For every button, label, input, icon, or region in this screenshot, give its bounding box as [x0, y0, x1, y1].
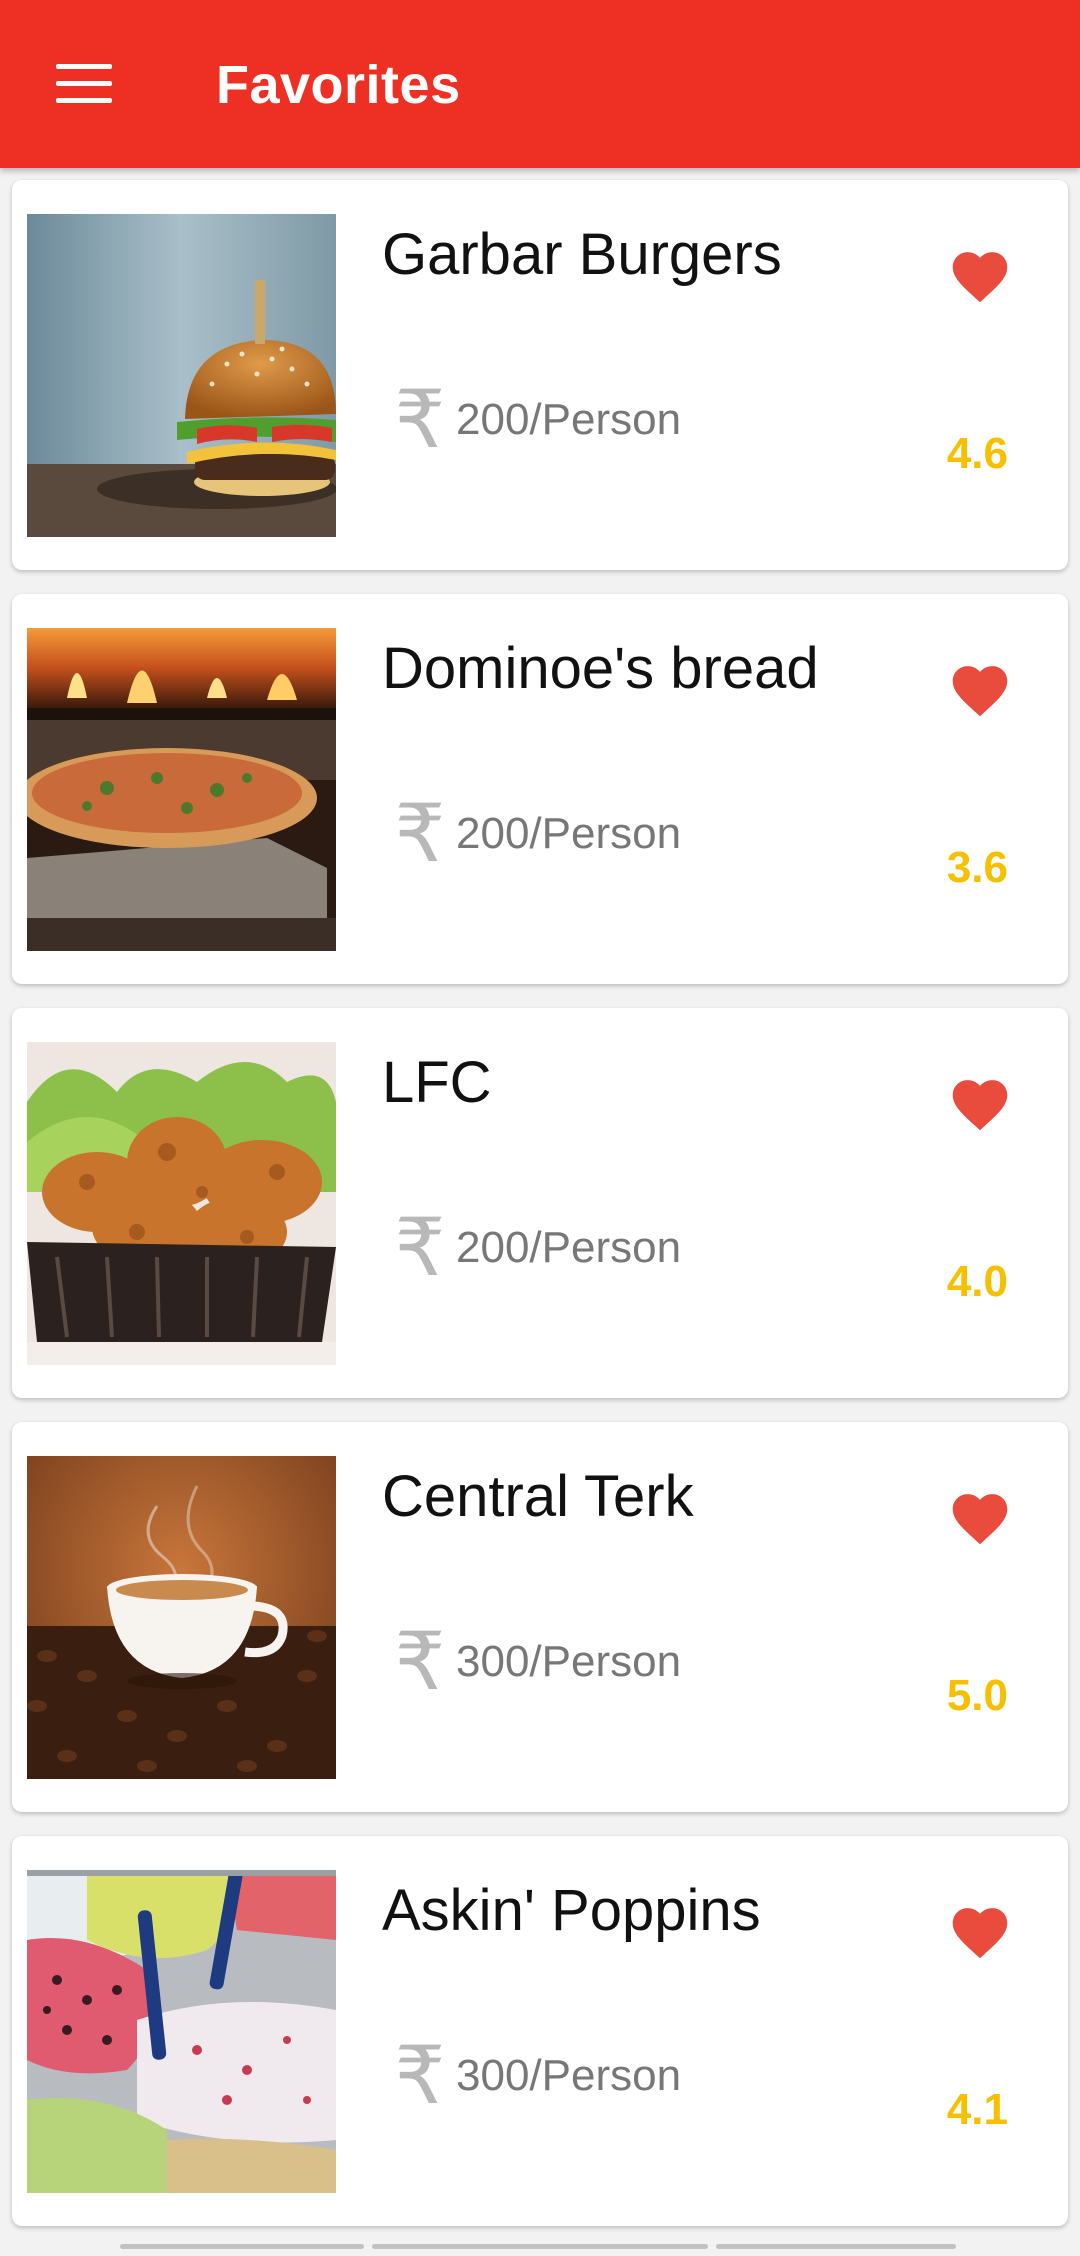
app-bar: Favorites: [0, 0, 1080, 168]
restaurant-card[interactable]: Garbar Burgers ₹ 200/Person 4.6: [12, 180, 1068, 570]
price-info: ₹ 300/Person: [392, 1615, 682, 1708]
price-per-person: 300/Person: [456, 1637, 682, 1686]
rupee-icon: ₹: [394, 373, 446, 466]
heart-icon: [952, 666, 1008, 717]
rating-value: 4.0: [946, 1257, 1008, 1306]
price-info: ₹ 200/Person: [392, 787, 682, 880]
pizza-photo: [27, 628, 336, 951]
restaurant-card[interactable]: Dominoe's bread ₹ 200/Person 3.6: [12, 594, 1068, 984]
ice-cream-photo: [27, 1870, 336, 2193]
heart-icon: [952, 1908, 1008, 1959]
coffee-cup-photo: [27, 1456, 336, 1779]
favorite-button[interactable]: [934, 1058, 1026, 1146]
rating-value: 3.6: [946, 843, 1008, 892]
price-per-person: 200/Person: [456, 395, 682, 444]
rupee-icon: ₹: [394, 787, 446, 880]
restaurant-card[interactable]: Askin' Poppins ₹ 300/Person 4.1: [12, 1836, 1068, 2226]
menu-button[interactable]: [40, 44, 128, 124]
favorite-button[interactable]: [934, 644, 1026, 732]
rupee-icon: ₹: [394, 1201, 446, 1294]
restaurant-card[interactable]: LFC ₹ 200/Person 4.0: [12, 1008, 1068, 1398]
heart-icon: [952, 1080, 1008, 1131]
price-per-person: 300/Person: [456, 2051, 682, 2100]
favorites-list: Garbar Burgers ₹ 200/Person 4.6 Dominoe'…: [12, 180, 1068, 2250]
restaurant-name: Central Terk: [382, 1464, 694, 1529]
rating-value: 4.6: [946, 429, 1008, 478]
heart-icon: [952, 252, 1008, 303]
restaurant-card[interactable]: Central Terk ₹ 300/Person 5.0: [12, 1422, 1068, 1812]
burger-photo: [27, 214, 336, 537]
favorite-button[interactable]: [934, 1886, 1026, 1974]
price-per-person: 200/Person: [456, 1223, 682, 1272]
price-per-person: 200/Person: [456, 809, 682, 858]
restaurant-name: Garbar Burgers: [382, 222, 782, 287]
price-info: ₹ 200/Person: [392, 373, 682, 466]
restaurant-name: LFC: [382, 1050, 492, 1115]
price-info: ₹ 300/Person: [392, 2029, 682, 2122]
favorite-button[interactable]: [934, 230, 1026, 318]
rupee-icon: ₹: [394, 2029, 446, 2122]
restaurant-name: Askin' Poppins: [382, 1878, 761, 1943]
restaurant-name: Dominoe's bread: [382, 636, 819, 701]
price-info: ₹ 200/Person: [392, 1201, 682, 1294]
next-card-edge: [716, 2244, 956, 2249]
rating-value: 5.0: [946, 1671, 1008, 1720]
next-card-edge: [120, 2244, 364, 2249]
rating-value: 4.1: [946, 2085, 1008, 2134]
next-card-edge: [372, 2244, 708, 2249]
page-title: Favorites: [216, 55, 461, 115]
favorite-button[interactable]: [934, 1472, 1026, 1560]
rupee-icon: ₹: [394, 1615, 446, 1708]
fried-chicken-photo: [27, 1042, 336, 1365]
hamburger-menu-icon: [56, 64, 112, 104]
heart-icon: [952, 1494, 1008, 1545]
